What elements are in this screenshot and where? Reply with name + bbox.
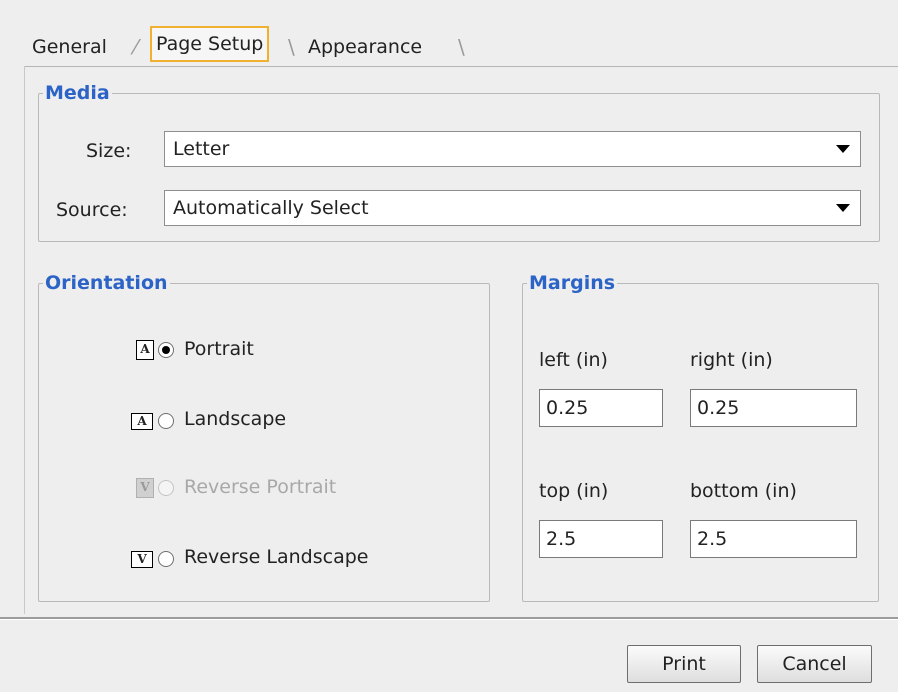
portrait-radio[interactable] xyxy=(158,342,174,358)
bottom-margin-field[interactable]: 2.5 xyxy=(690,520,857,558)
panel-edge xyxy=(24,66,25,614)
source-label: Source: xyxy=(56,199,128,221)
left-margin-field[interactable]: 0.25 xyxy=(539,389,663,427)
landscape-label[interactable]: Landscape xyxy=(184,408,286,430)
orientation-title: Orientation xyxy=(45,272,168,294)
tab-appearance[interactable]: Appearance xyxy=(302,30,428,64)
right-margin-label: right (in) xyxy=(690,349,773,371)
source-value: Automatically Select xyxy=(173,197,369,219)
source-combo[interactable]: Automatically Select xyxy=(164,190,861,226)
chevron-down-icon xyxy=(836,204,850,212)
margins-title: Margins xyxy=(529,272,616,294)
size-label: Size: xyxy=(86,140,132,162)
left-margin-label: left (in) xyxy=(539,349,608,371)
size-value: Letter xyxy=(173,138,230,160)
portrait-page-icon: A xyxy=(136,340,154,360)
tab-separator: ⁄ xyxy=(134,35,138,59)
tab-underline xyxy=(24,66,898,67)
reverse-portrait-label: Reverse Portrait xyxy=(184,476,337,498)
tab-general[interactable]: General xyxy=(26,30,113,64)
bottom-margin-label: bottom (in) xyxy=(690,480,797,502)
tab-page-setup[interactable]: Page Setup xyxy=(150,26,270,62)
tab-separator: \ xyxy=(458,35,465,59)
portrait-label[interactable]: Portrait xyxy=(184,338,254,360)
tab-page-setup-label: Page Setup xyxy=(156,33,264,55)
print-button[interactable]: Print xyxy=(627,645,741,683)
top-margin-label: top (in) xyxy=(539,480,609,502)
tab-bar: General ⁄ Page Setup \ Appearance \ xyxy=(26,22,486,67)
landscape-page-icon: A xyxy=(131,413,153,430)
size-combo[interactable]: Letter xyxy=(164,131,861,167)
reverse-portrait-page-icon: V xyxy=(136,478,154,498)
media-title: Media xyxy=(45,82,110,104)
cancel-button[interactable]: Cancel xyxy=(757,645,872,683)
landscape-radio[interactable] xyxy=(158,413,174,429)
right-margin-field[interactable]: 0.25 xyxy=(690,389,857,427)
chevron-down-icon xyxy=(836,145,850,153)
tab-appearance-label: Appearance xyxy=(308,36,423,58)
reverse-landscape-label[interactable]: Reverse Landscape xyxy=(184,546,368,568)
tab-general-label: General xyxy=(32,36,107,58)
top-margin-field[interactable]: 2.5 xyxy=(539,520,663,558)
tab-separator: \ xyxy=(288,35,295,59)
reverse-landscape-page-icon: V xyxy=(131,551,153,568)
reverse-landscape-radio[interactable] xyxy=(158,551,174,567)
reverse-portrait-radio xyxy=(158,480,174,496)
bottom-separator xyxy=(0,617,898,620)
